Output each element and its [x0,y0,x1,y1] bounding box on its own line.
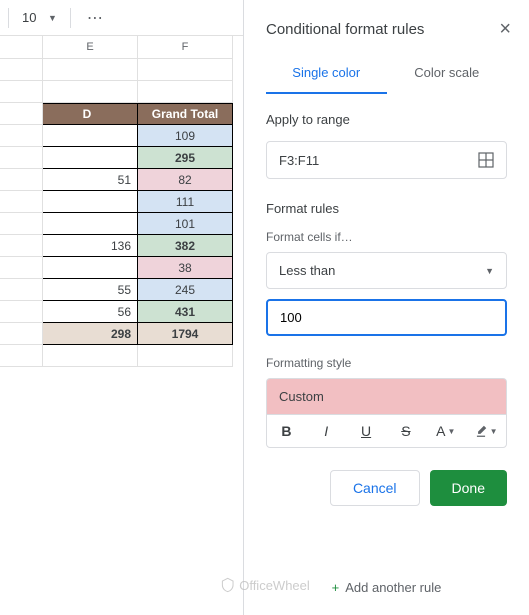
cell[interactable]: 51 [43,169,138,191]
blank-row [0,59,233,81]
condition-select[interactable]: Less than ▼ [266,252,507,289]
cell[interactable]: 101 [138,213,233,235]
tabs: Single color Color scale [244,55,529,94]
fill-color-button[interactable]: ▼ [466,415,506,447]
column-headers: E F [0,36,233,59]
more-icon[interactable]: ⋯ [79,4,112,32]
table-row: 38 [0,257,233,279]
grid-select-icon[interactable] [478,152,494,168]
panel-title: Conditional format rules [266,21,424,38]
cell[interactable] [43,213,138,235]
text-color-button[interactable]: A▼ [426,415,466,447]
format-rules-label: Format rules [266,201,507,216]
condition-value: Less than [279,263,335,278]
chevron-down-icon: ▼ [490,427,498,436]
bold-button[interactable]: B [267,415,307,447]
cell[interactable]: 382 [138,235,233,257]
cell[interactable]: 298 [43,323,138,345]
header-row: D Grand Total [0,103,233,125]
table-row: 55245 [0,279,233,301]
table-row: 109 [0,125,233,147]
cancel-button[interactable]: Cancel [330,470,420,506]
cell[interactable] [43,257,138,279]
cell[interactable]: 245 [138,279,233,301]
font-size-value: 10 [22,10,42,25]
table-row: 136382 [0,235,233,257]
table-row: 56431 [0,301,233,323]
cell[interactable]: 109 [138,125,233,147]
chevron-down-icon: ▼ [485,266,494,276]
add-rule-button[interactable]: +Add another rule [244,568,529,607]
formatting-style-label: Formatting style [266,356,507,370]
chevron-down-icon: ▼ [48,13,57,23]
range-input[interactable]: F3:F11 [266,141,507,179]
font-size-selector[interactable]: 10 ▼ [17,7,62,28]
cell[interactable] [43,125,138,147]
conditional-format-panel: Conditional format rules × Single color … [243,0,529,615]
table-row: 101 [0,213,233,235]
italic-button[interactable]: I [307,415,347,447]
column-header-f[interactable]: F [138,36,233,58]
blank-row [0,345,233,367]
blank-row [0,81,233,103]
spreadsheet[interactable]: E F D Grand Total 1092955182111101136382… [0,36,233,367]
format-cells-if-label: Format cells if… [266,230,507,244]
format-toolbar: B I U S A▼ ▼ [266,414,507,448]
close-icon[interactable]: × [499,18,511,41]
cell[interactable]: 1794 [138,323,233,345]
done-button[interactable]: Done [430,470,507,506]
table-row: 5182 [0,169,233,191]
cell[interactable]: 38 [138,257,233,279]
style-preview[interactable]: Custom [266,378,507,414]
cell[interactable]: 111 [138,191,233,213]
tab-single-color[interactable]: Single color [266,55,387,94]
table-row: 295 [0,147,233,169]
header-grand-total[interactable]: Grand Total [138,103,233,125]
cell[interactable] [43,147,138,169]
tab-color-scale[interactable]: Color scale [387,55,508,94]
strike-button[interactable]: S [386,415,426,447]
plus-icon: + [332,580,340,595]
cell[interactable]: 431 [138,301,233,323]
cell[interactable]: 56 [43,301,138,323]
chevron-down-icon: ▼ [447,427,455,436]
cell[interactable] [43,191,138,213]
threshold-input[interactable] [266,299,507,336]
range-value: F3:F11 [279,153,319,168]
cell[interactable]: 55 [43,279,138,301]
toolbar-separator [70,8,71,28]
cell[interactable]: 295 [138,147,233,169]
table-row: 2981794 [0,323,233,345]
toolbar-separator [8,8,9,28]
apply-range-label: Apply to range [266,112,507,127]
cell[interactable]: 82 [138,169,233,191]
column-header-e[interactable]: E [43,36,138,58]
underline-button[interactable]: U [347,415,387,447]
header-d[interactable]: D [43,103,138,125]
cell[interactable]: 136 [43,235,138,257]
table-row: 111 [0,191,233,213]
